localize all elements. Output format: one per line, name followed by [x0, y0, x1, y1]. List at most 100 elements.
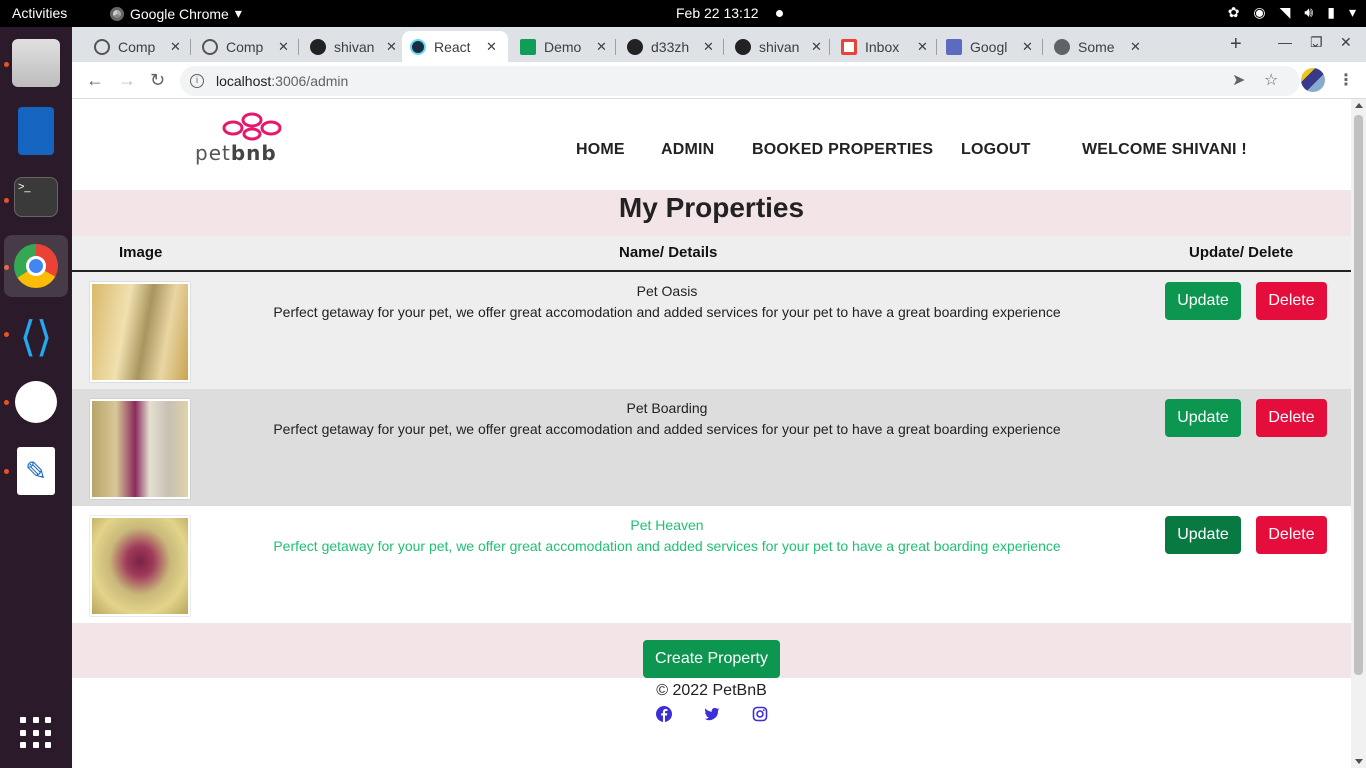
logo-wordmark: petbnb	[195, 141, 277, 165]
reload-icon[interactable]: ↻	[150, 70, 165, 91]
browser-toolbar: ← → ↻ i localhost:3006/admin ➤ ☆ ⋮	[72, 62, 1366, 99]
wifi-icon[interactable]: ◥	[1280, 4, 1291, 21]
files-icon[interactable]	[12, 39, 60, 87]
new-tab-icon[interactable]: +	[1230, 33, 1242, 56]
send-icon[interactable]: ➤	[1232, 70, 1245, 90]
running-indicator-icon	[4, 332, 9, 337]
scrollbar-thumb[interactable]	[1354, 115, 1363, 675]
running-indicator-icon	[4, 198, 9, 203]
close-icon[interactable]: ✕	[170, 39, 181, 55]
system-tray[interactable]: ✿ ◉ ◥ 🔊︎ ▮ ▾	[1228, 4, 1356, 21]
site-header: petbnb HOME ADMIN BOOKED PROPERTIES LOGO…	[72, 99, 1351, 190]
tab-separator	[298, 39, 299, 55]
chrome-icon	[110, 6, 124, 21]
tab-title: Inbox	[865, 38, 900, 55]
libreoffice-draw-icon[interactable]	[18, 107, 54, 155]
page-title: My Properties	[618, 192, 805, 223]
avatar[interactable]	[1301, 68, 1325, 92]
instagram-icon[interactable]	[752, 706, 768, 722]
page-scrollbar[interactable]	[1351, 99, 1366, 768]
scroll-down-icon[interactable]	[1355, 759, 1363, 764]
tab-title: Some	[1078, 38, 1115, 55]
nav-logout[interactable]: LOGOUT	[961, 141, 1031, 159]
chevron-down-icon[interactable]: ▾	[1349, 4, 1356, 21]
close-icon[interactable]: ✕	[1022, 39, 1033, 55]
browser-tab[interactable]: shivan ✕	[302, 31, 405, 62]
vscode-icon[interactable]: ⟨⟩	[12, 313, 60, 361]
property-description: Perfect getaway for your pet, we offer g…	[273, 421, 1061, 437]
browser-tab[interactable]: Googl ✕	[938, 31, 1041, 62]
clock[interactable]: Feb 22 13:12	[676, 5, 759, 21]
bookmark-star-icon[interactable]: ☆	[1264, 70, 1278, 90]
delete-button[interactable]: Delete	[1256, 516, 1327, 554]
forward-icon[interactable]: →	[118, 70, 136, 91]
tab-title: Comp	[118, 38, 156, 55]
tab-title: Demo	[544, 38, 582, 55]
table-header: Image Name/ Details Update/ Delete	[72, 236, 1351, 272]
close-icon[interactable]: ✕	[486, 39, 497, 55]
chrome-dock-icon[interactable]	[4, 235, 68, 297]
nav-home[interactable]: HOME	[576, 141, 625, 159]
close-icon[interactable]: ✕	[811, 39, 822, 55]
close-icon[interactable]: ✕	[278, 39, 289, 55]
property-name: Pet Boarding	[626, 400, 708, 416]
browser-tab[interactable]: Demo ✕	[512, 31, 615, 62]
update-button[interactable]: Update	[1165, 282, 1241, 320]
text-editor-icon[interactable]: ✎	[17, 447, 55, 495]
column-details: Name/ Details	[619, 244, 718, 261]
table-row: Pet Boarding Perfect getaway for your pe…	[72, 389, 1351, 506]
browser-tab-active[interactable]: React ✕	[402, 31, 508, 62]
back-icon[interactable]: ←	[86, 70, 104, 91]
property-name: Pet Oasis	[636, 283, 698, 299]
close-icon[interactable]: ✕	[703, 39, 714, 55]
volume-icon[interactable]: 🔊︎	[1304, 4, 1313, 21]
create-property-button[interactable]: Create Property	[643, 640, 780, 678]
update-button[interactable]: Update	[1165, 516, 1241, 554]
facebook-icon[interactable]	[656, 706, 672, 722]
maximize-icon[interactable]: ❐	[1310, 34, 1323, 51]
browser-tab[interactable]: Some ✕	[1046, 31, 1149, 62]
close-icon[interactable]: ✕	[917, 39, 928, 55]
app-menu[interactable]: Google Chrome ▾	[110, 5, 242, 22]
show-applications-icon[interactable]	[20, 717, 52, 749]
activities-button[interactable]: Activities	[12, 5, 67, 21]
github-icon	[627, 38, 643, 55]
tab-separator	[936, 39, 937, 55]
url-path: :3006/admin	[271, 73, 349, 89]
nav-admin[interactable]: ADMIN	[661, 141, 714, 159]
table-row: Pet Oasis Perfect getaway for your pet, …	[72, 272, 1351, 389]
running-indicator-icon	[4, 400, 9, 405]
color-picker-icon[interactable]: ✿	[1228, 4, 1240, 21]
terminal-icon[interactable]: >_	[14, 177, 58, 217]
browser-tab[interactable]: Comp ✕	[86, 31, 189, 62]
update-button[interactable]: Update	[1165, 399, 1241, 437]
nav-booked-properties[interactable]: BOOKED PROPERTIES	[752, 141, 933, 159]
close-icon[interactable]: ✕	[1130, 39, 1141, 55]
minimize-icon[interactable]: —	[1278, 34, 1292, 50]
site-info-icon[interactable]: i	[190, 74, 204, 88]
discord-icon[interactable]: ◉	[1253, 4, 1265, 21]
address-bar[interactable]: i localhost:3006/admin	[180, 66, 1300, 96]
web-page: petbnb HOME ADMIN BOOKED PROPERTIES LOGO…	[72, 99, 1351, 768]
slack-icon[interactable]	[15, 381, 57, 423]
more-menu-icon[interactable]: ⋮	[1338, 70, 1354, 90]
scroll-up-icon[interactable]	[1355, 103, 1363, 108]
twitter-icon[interactable]	[704, 706, 720, 722]
browser-tab[interactable]: Inbox ✕	[833, 31, 936, 62]
react-icon	[410, 38, 426, 55]
tab-separator	[723, 39, 724, 55]
browser-tab[interactable]: d33zh ✕	[619, 31, 722, 62]
browser-tab[interactable]: Comp ✕	[194, 31, 297, 62]
delete-button[interactable]: Delete	[1256, 399, 1327, 437]
close-window-icon[interactable]: ✕	[1340, 34, 1352, 51]
running-indicator-icon	[4, 469, 9, 474]
delete-button[interactable]: Delete	[1256, 282, 1327, 320]
tab-separator	[829, 39, 830, 55]
browser-tab[interactable]: shivan ✕	[727, 31, 830, 62]
url-host: localhost	[216, 73, 272, 89]
copyright: © 2022 PetBnB	[656, 682, 767, 699]
close-icon[interactable]: ✕	[386, 39, 397, 55]
close-icon[interactable]: ✕	[596, 39, 607, 55]
petbnb-logo[interactable]: petbnb	[195, 111, 309, 165]
battery-icon[interactable]: ▮	[1327, 4, 1335, 21]
